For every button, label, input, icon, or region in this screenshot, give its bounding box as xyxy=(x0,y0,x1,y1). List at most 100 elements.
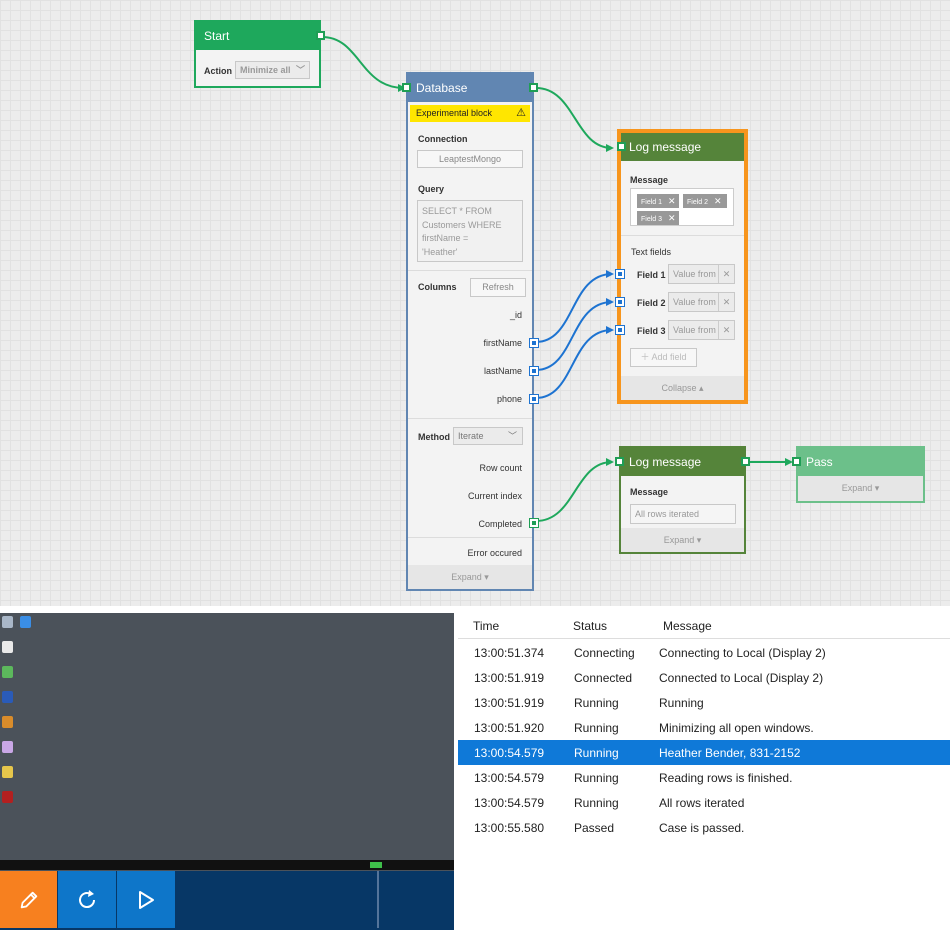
log-header-row: Time Status Message xyxy=(458,613,950,639)
field-tag[interactable]: Field 3 ✕ xyxy=(637,211,679,225)
field2-input[interactable]: Value from ✕ xyxy=(668,292,735,312)
cell-time: 13:00:55.580 xyxy=(474,821,545,835)
log2-expand-button[interactable]: Expand ▾ xyxy=(621,528,744,552)
field3-port[interactable] xyxy=(615,325,625,335)
table-row[interactable]: 13:00:51.919 Connected Connected to Loca… xyxy=(458,665,950,690)
wire-phone-field3 xyxy=(535,329,613,399)
database-input-port[interactable] xyxy=(402,83,411,92)
close-icon[interactable]: ✕ xyxy=(718,321,734,339)
chevron-down-icon: ﹀ xyxy=(507,431,517,441)
wire-database-log1 xyxy=(535,87,613,149)
cell-status: Running xyxy=(574,696,619,710)
pass-block[interactable]: Pass Expand ▾ xyxy=(792,446,925,503)
header-status[interactable]: Status xyxy=(573,619,607,633)
wire-lastname-field2 xyxy=(535,301,613,371)
cell-status: Running xyxy=(574,796,619,810)
completed-port[interactable] xyxy=(529,518,539,528)
pass-title: Pass xyxy=(798,448,923,476)
output-row-count: Row count xyxy=(479,463,522,473)
cell-message: Heather Bender, 831-2152 xyxy=(659,746,801,760)
close-icon[interactable]: ✕ xyxy=(668,196,676,206)
field1-input[interactable]: Value from ✕ xyxy=(668,264,735,284)
text-fields-label: Text fields xyxy=(631,247,672,257)
close-icon[interactable]: ✕ xyxy=(714,196,722,206)
database-expand-button[interactable]: Expand ▾ xyxy=(408,565,532,589)
action-bar xyxy=(0,871,454,930)
database-output-port[interactable] xyxy=(529,83,538,92)
cell-message: Minimizing all open windows. xyxy=(659,721,814,735)
method-label: Method xyxy=(418,432,450,442)
action-select[interactable]: Minimize all ﹀ xyxy=(235,61,310,79)
cell-time: 13:00:54.579 xyxy=(474,746,545,760)
log-message-block[interactable]: Log message Message All rows iterated Ex… xyxy=(615,446,750,554)
close-icon[interactable]: ✕ xyxy=(718,293,734,311)
method-select[interactable]: Iterate ﹀ xyxy=(453,427,523,445)
table-row[interactable]: 13:00:51.920 Running Minimizing all open… xyxy=(458,715,950,740)
log2-input-port[interactable] xyxy=(615,457,624,466)
table-row[interactable]: 13:00:54.579 Running Reading rows is fin… xyxy=(458,765,950,790)
log2-message-input[interactable]: All rows iterated xyxy=(630,504,736,524)
caret-down-icon: ▾ xyxy=(874,483,880,493)
flow-canvas[interactable]: Start Action Minimize all ﹀ Database Exp… xyxy=(0,0,950,606)
column-id: _id xyxy=(509,310,522,320)
refresh-button[interactable]: Refresh xyxy=(470,278,526,297)
header-time[interactable]: Time xyxy=(473,619,499,633)
field1-placeholder: Value from xyxy=(673,269,716,279)
start-block[interactable]: Start Action Minimize all ﹀ xyxy=(194,20,325,88)
query-line: 'Heather' xyxy=(422,246,458,257)
table-row[interactable]: 13:00:55.580 Passed Case is passed. xyxy=(458,815,950,840)
cell-message: All rows iterated xyxy=(659,796,745,810)
start-output-port[interactable] xyxy=(316,31,325,40)
table-row[interactable]: 13:00:54.579 Running All rows iterated xyxy=(458,790,950,815)
table-row[interactable]: 13:00:51.919 Running Running xyxy=(458,690,950,715)
log-message-block-selected[interactable]: Log message Message Field 1 ✕ Field 2 ✕ Fi… xyxy=(615,129,748,404)
pass-expand-button[interactable]: Expand ▾ xyxy=(798,476,923,501)
query-textarea[interactable]: SELECT * FROM Customers WHERE firstName … xyxy=(417,200,523,262)
cell-message: Connected to Local (Display 2) xyxy=(659,671,824,685)
field3-input[interactable]: Value from ✕ xyxy=(668,320,735,340)
caret-down-icon: ▾ xyxy=(484,572,489,582)
log1-input-port[interactable] xyxy=(617,142,626,151)
table-row[interactable]: 13:00:51.374 Connecting Connecting to Lo… xyxy=(458,640,950,665)
reload-button[interactable] xyxy=(58,871,116,928)
arrowhead xyxy=(606,458,614,466)
edit-button[interactable] xyxy=(0,871,57,928)
log1-message-field[interactable]: Field 1 ✕ Field 2 ✕ Field 3 ✕ xyxy=(630,188,734,226)
field-tag[interactable]: Field 2 ✕ xyxy=(683,194,727,208)
phone-port[interactable] xyxy=(529,394,539,404)
divider xyxy=(408,537,532,538)
close-icon[interactable]: ✕ xyxy=(718,265,734,283)
table-row-selected[interactable]: 13:00:54.579 Running Heather Bender, 831… xyxy=(458,740,950,765)
cell-status: Connected xyxy=(574,671,633,685)
cell-status: Passed xyxy=(574,821,615,835)
column-firstname: firstName xyxy=(483,338,522,348)
log1-collapse-button[interactable]: Collapse ▴ xyxy=(621,376,744,400)
field2-port[interactable] xyxy=(615,297,625,307)
connection-label: Connection xyxy=(418,134,468,144)
cell-time: 13:00:51.919 xyxy=(474,671,545,685)
log2-output-port[interactable] xyxy=(741,457,750,466)
field1-port[interactable] xyxy=(615,269,625,279)
lastname-port[interactable] xyxy=(529,366,539,376)
firstname-port[interactable] xyxy=(529,338,539,348)
expand-label: Expand xyxy=(451,572,482,582)
output-current-index: Current index xyxy=(467,491,522,501)
header-message[interactable]: Message xyxy=(663,619,712,633)
add-field-label: Add field xyxy=(651,352,687,362)
cell-time: 13:00:54.579 xyxy=(474,771,545,785)
field-tag[interactable]: Field 1 ✕ xyxy=(637,194,679,208)
desktop-icon xyxy=(20,616,31,628)
desktop-icon xyxy=(2,716,13,728)
pass-input-port[interactable] xyxy=(792,457,801,466)
caret-down-icon: ▾ xyxy=(696,535,702,545)
run-button[interactable] xyxy=(117,871,175,928)
close-icon[interactable]: ✕ xyxy=(668,213,676,223)
database-block[interactable]: Database Experimental block ⚠ Connection… xyxy=(402,72,539,591)
divider xyxy=(408,270,532,271)
wire-firstname-field1 xyxy=(535,273,613,343)
connection-select[interactable]: LeaptestMongo xyxy=(417,150,523,168)
cell-message: Connecting to Local (Display 2) xyxy=(659,646,826,660)
tag-label: Field 3 xyxy=(641,216,663,223)
output-completed: Completed xyxy=(478,519,522,529)
add-field-button[interactable]: ＋ Add field xyxy=(630,348,697,367)
